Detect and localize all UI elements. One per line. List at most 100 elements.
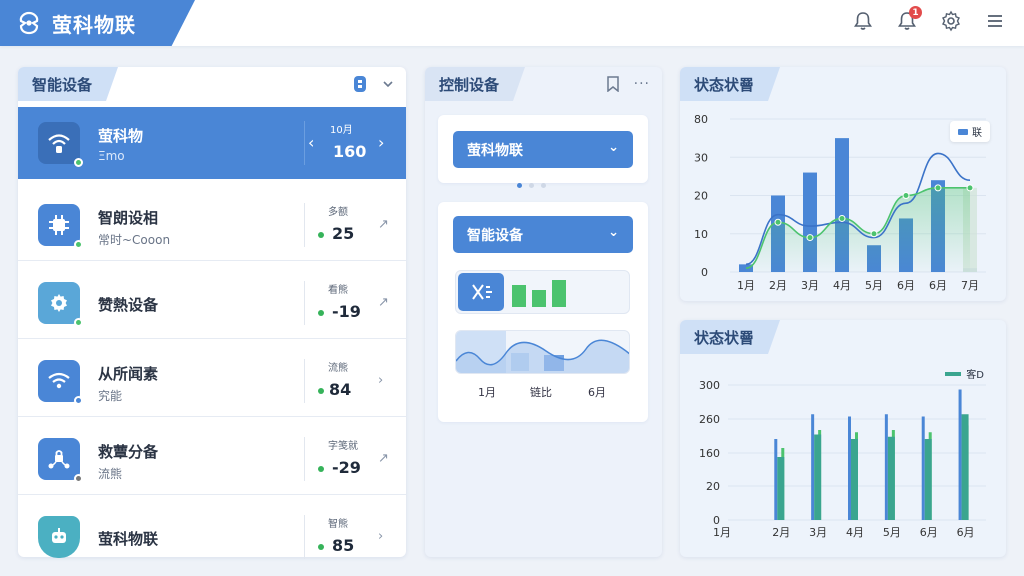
data-point (838, 214, 846, 222)
chip-icon (38, 204, 83, 249)
device-stat-label: 10月 (330, 125, 353, 136)
x-tick-label: 5月 (865, 279, 883, 292)
settings-icon[interactable] (940, 10, 962, 32)
chart-legend: 联 (950, 121, 990, 142)
mini-area-chart (455, 330, 630, 374)
y-tick-label: 20 (694, 190, 708, 203)
x-tick-label: 3月 (809, 526, 827, 539)
legend-swatch (945, 371, 962, 376)
brand[interactable]: 萤科物联 (0, 0, 195, 46)
chart-legend: 客D (945, 366, 984, 381)
select-value: 萤科物联 (467, 142, 523, 159)
legend-swatch (958, 128, 968, 135)
status-chart-panel: 状态状罾 0 10 20 30 80 1月 2月 3月 4月 5月 6月 6月 7月 联 (680, 67, 1006, 301)
more-icon[interactable]: ··· (634, 76, 650, 92)
chevron-left-icon[interactable]: ‹ (308, 133, 314, 152)
y-tick-label: 10 (694, 228, 708, 241)
divider (304, 121, 305, 165)
device-sub: 流熊 (98, 467, 123, 481)
chevron-down-icon[interactable] (382, 78, 394, 90)
network-lock-icon (38, 438, 83, 483)
divider (304, 359, 305, 403)
device-row[interactable]: 智朗设相 常时~Cooon 多额 25 ↗ (18, 189, 406, 261)
legend-label: 联 (972, 128, 982, 139)
device-stat-label: 流熊 (328, 363, 348, 374)
control-devices-panel: 控制设备 ··· 萤科物联 ⌄ 智能设备 ⌄ 1月 链比 6月 (425, 67, 662, 557)
pager[interactable] (517, 183, 546, 188)
device-name: 从所闻素 (98, 365, 159, 383)
device-stat-label: 多额 (328, 207, 348, 218)
device-name: 萤科物联 (98, 530, 159, 548)
smart-device-dropdown[interactable]: 智能设备 ⌄ (453, 216, 633, 253)
open-arrow-icon[interactable]: ↗ (378, 451, 389, 466)
device-value: 160 (333, 142, 367, 161)
x-tick-label: 7月 (961, 279, 979, 292)
select-value: 智能设备 (467, 227, 523, 244)
bell-icon[interactable] (852, 10, 874, 32)
panel-title: 智能设备 (18, 67, 118, 101)
open-arrow-icon[interactable]: ↗ (378, 295, 389, 310)
status-bar-chart: 0201602603001月 2月 3月 4月 5月 6月 6月 (699, 379, 986, 539)
device-value: -29 (318, 458, 361, 477)
x-tick-label: 1月 (737, 279, 755, 292)
bar (961, 414, 969, 520)
open-arrow-icon[interactable]: ↗ (378, 217, 389, 232)
device-stat-label: 智熊 (328, 519, 348, 530)
gear-icon (38, 282, 83, 327)
device-sub: 常时~Cooon (98, 233, 171, 247)
device-sub: Ξmo (98, 149, 125, 163)
bar (848, 416, 851, 520)
x-tick-label: 6月 (897, 279, 915, 292)
status-bar-chart-panel: 状态状罾 0 20 160 260 300 1月 2月 3月 4月 5月 6月 6月 客D (680, 320, 1006, 557)
chevron-right-icon[interactable]: › (378, 529, 383, 544)
x-tick-label: 6月 (929, 279, 947, 292)
y-tick-label: 160 (699, 447, 720, 460)
y-tick-label: 30 (694, 151, 708, 164)
x-tick-label: 3月 (801, 279, 819, 292)
notification-bell-icon[interactable]: 1 (896, 6, 922, 32)
data-point (902, 192, 910, 199)
divider (304, 515, 305, 559)
bar (958, 389, 962, 520)
control-icon[interactable] (458, 273, 504, 311)
smart-device-card: 智能设备 ⌄ 1月 链比 6月 (438, 202, 648, 422)
y-tick-label: 80 (694, 113, 708, 126)
chevron-down-icon: ⌄ (608, 225, 619, 240)
bar (887, 436, 895, 520)
device-filter-icon[interactable] (352, 75, 368, 93)
bar (921, 416, 925, 520)
wifi-icon (38, 122, 83, 167)
legend-label: 客D (966, 370, 984, 381)
status-combo-chart: 0 10 20 30 80 1月 2月 3月 4月 5月 6月 6月 7月 (694, 113, 986, 292)
top-bar: 萤科物联 1 (0, 0, 1024, 46)
axis-label: 6月 (588, 386, 606, 399)
device-value: -19 (318, 302, 361, 321)
bar (777, 457, 785, 520)
bar (814, 434, 822, 520)
bookmark-icon[interactable] (606, 76, 620, 92)
data-point (934, 184, 942, 192)
device-value: 85 (318, 536, 354, 555)
mini-bars (512, 280, 566, 307)
y-tick-label: 260 (699, 413, 720, 426)
data-point (774, 218, 782, 226)
device-row[interactable]: 救蕈分备 流熊 字笺就 -29 ↗ (18, 423, 406, 495)
device-row[interactable]: 萤科物联 智熊 85 › (18, 501, 406, 573)
y-tick-label: 300 (699, 379, 720, 392)
chevron-right-icon[interactable]: › (378, 373, 383, 388)
robot-icon (38, 516, 80, 558)
device-value: 25 (318, 224, 354, 243)
wifi-icon (38, 360, 83, 405)
device-row[interactable]: 从所闻素 究能 流熊 84 › (18, 345, 406, 417)
x-tick-label: 4月 (846, 526, 864, 539)
chevron-right-icon[interactable]: › (378, 133, 384, 152)
x-tick-label: 1月 (713, 526, 731, 539)
device-select-dropdown[interactable]: 萤科物联 ⌄ (453, 131, 633, 168)
bar (884, 414, 888, 520)
device-row[interactable]: 赞熱设备 看熊 -19 ↗ (18, 267, 406, 339)
panel-title: 控制设备 (425, 67, 525, 101)
menu-icon[interactable] (984, 10, 1006, 32)
divider (304, 437, 305, 481)
device-row[interactable]: 萤科物 Ξmo ‹ 10月 160 › (18, 107, 406, 179)
logo-icon (19, 11, 39, 35)
